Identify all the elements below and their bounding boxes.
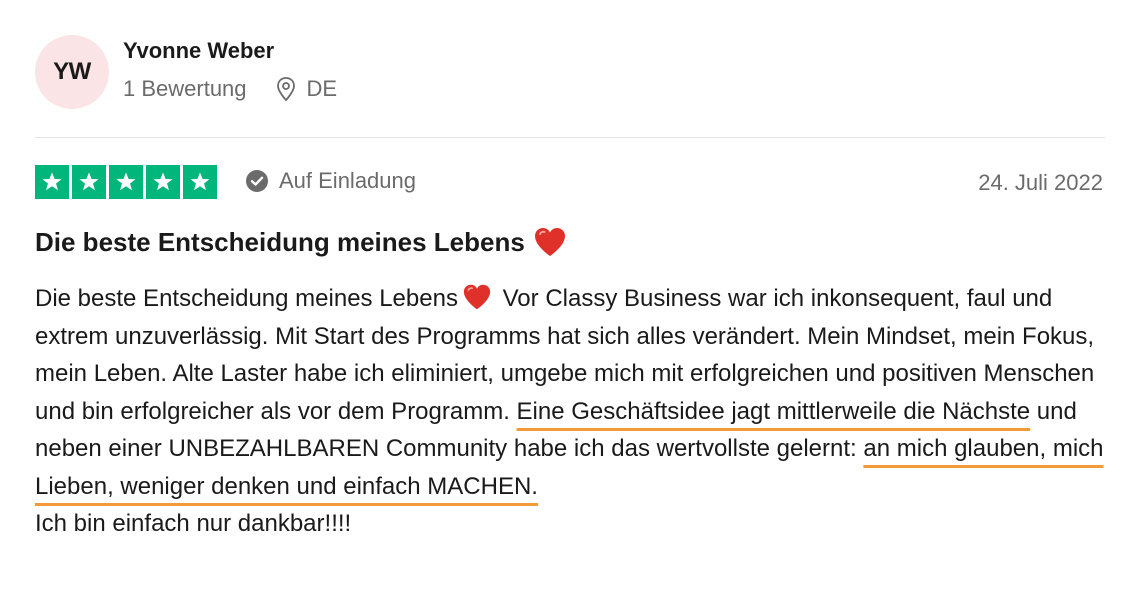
highlighted-phrase: Eine Geschäftsidee jagt mittlerweile die… — [516, 397, 1031, 425]
heart-icon — [463, 284, 491, 310]
review-title-text: Die beste Entscheidung meines Lebens — [35, 226, 525, 257]
check-circle-icon — [246, 170, 268, 192]
location-pin-icon — [276, 77, 295, 102]
review-body-text: Die beste Entscheidung meines Lebens — [35, 285, 458, 312]
star-icon — [72, 165, 106, 199]
star-icon — [183, 165, 217, 199]
avatar[interactable]: YW — [35, 35, 109, 109]
verification-badge[interactable]: Auf Einladung — [245, 168, 416, 194]
reviewer-country: DE — [306, 76, 338, 101]
star-rating — [35, 165, 217, 199]
review-date: 24. Juli 2022 — [978, 170, 1103, 195]
review-title: Die beste Entscheidung meines Lebens — [35, 226, 567, 258]
heart-icon — [534, 228, 565, 256]
star-icon — [146, 165, 180, 199]
star-icon — [35, 165, 69, 199]
review-body: Die beste Entscheidung meines Lebens Vor… — [35, 280, 1110, 543]
reviewer-meta: 1 Bewertung DE — [123, 76, 337, 102]
review-body-closing: Ich bin einfach nur dankbar!!!! — [35, 510, 352, 537]
review-count: 1 Bewertung — [123, 76, 247, 101]
reviewer-name[interactable]: Yvonne Weber — [123, 38, 274, 64]
star-icon — [109, 165, 143, 199]
divider — [35, 137, 1105, 138]
verification-label: Auf Einladung — [279, 168, 416, 193]
